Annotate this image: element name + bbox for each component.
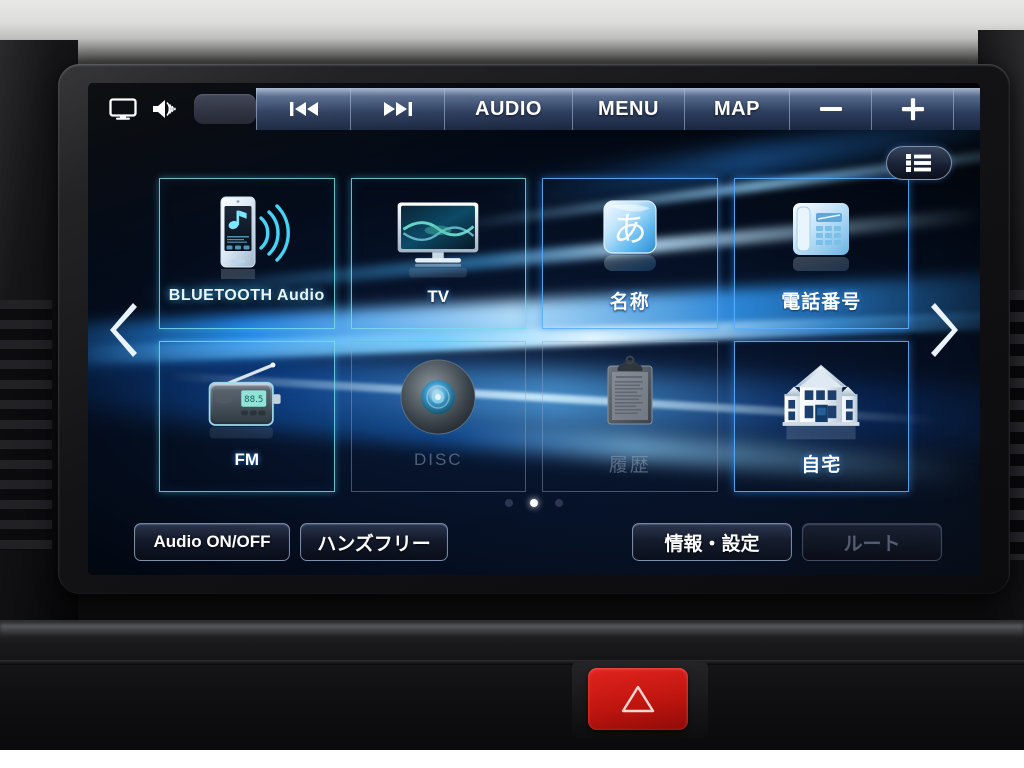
tile-label: BLUETOOTH Audio [168,287,325,304]
smartphone-bluetooth-audio-icon [199,187,295,281]
page-dot[interactable] [555,499,563,507]
tile-fm-radio[interactable]: 88.5 FM [154,338,340,495]
television-icon [390,187,486,281]
list-view-button[interactable] [886,146,952,180]
tile-tv[interactable]: TV [346,175,532,332]
info-settings-button[interactable]: 情報・設定 [632,523,792,561]
map-button[interactable]: MAP [684,88,789,130]
house-icon [773,350,869,444]
audio-on-off-button[interactable]: Audio ON/OFF [134,523,290,561]
chevron-left-icon [110,303,137,357]
main-menu-grid: BLUETOOTH Audio TV あ 名称 電話番号 88.5 FM DIS… [154,175,914,495]
list-icon [906,154,931,172]
audio-button[interactable]: AUDIO [444,88,572,130]
left-air-vent [0,300,52,550]
tile-label: 自宅 [801,455,842,476]
minus-icon [819,107,842,111]
screen-split-button[interactable] [953,88,980,130]
page-indicator [88,499,980,507]
display-monitor-icon[interactable] [108,97,138,121]
dashboard-gloss-highlight [0,624,1024,636]
image-bottom-border [0,750,1024,768]
tile-home[interactable]: 自宅 [729,338,915,495]
car-dashboard: AUDIO MENU MAP BLUETOOTH Audio TV あ 名称 電… [0,0,1024,768]
plus-icon [901,98,924,121]
clipboard-history-icon [582,350,678,444]
track-next-button[interactable] [350,88,444,130]
next-page-arrow[interactable] [924,301,964,359]
bottom-button-bar: Audio ON/OFF ハンズフリー 情報・設定 ルート [88,523,980,575]
top-toolbar: AUDIO MENU MAP [88,83,980,135]
head-unit-bezel: AUDIO MENU MAP BLUETOOTH Audio TV あ 名称 電… [58,64,1010,594]
prev-track-icon [289,102,318,116]
toolbar-status-area [88,83,256,135]
page-dot-active[interactable] [530,499,538,507]
dashboard-panel-seam [0,660,1024,665]
compact-disc-icon [390,350,486,444]
dashboard-lower-shelf [0,620,1024,750]
tile-label: 名称 [609,292,650,313]
menu-button[interactable]: MENU [572,88,684,130]
tile-label: DISC [413,450,463,469]
svg-text:88.5: 88.5 [244,395,263,405]
toolbar-button-group: AUDIO MENU MAP [256,88,980,130]
prev-page-arrow[interactable] [104,301,144,359]
portable-radio-icon: 88.5 [199,350,295,444]
tile-name-search[interactable]: あ 名称 [537,175,723,332]
page-dot[interactable] [505,499,513,507]
desk-telephone-icon [773,187,869,281]
tile-phone-number[interactable]: 電話番号 [729,175,915,332]
tile-bluetooth-audio[interactable]: BLUETOOTH Audio [154,175,340,332]
tile-label: 電話番号 [781,292,862,313]
route-button: ルート [802,523,942,561]
hands-free-button[interactable]: ハンズフリー [300,523,448,561]
next-track-icon [383,102,412,116]
volume-slider-track[interactable] [194,94,256,124]
hiragana-a-key-icon: あ [582,187,678,281]
tile-disc: DISC [346,338,532,495]
navigation-screen[interactable]: AUDIO MENU MAP BLUETOOTH Audio TV あ 名称 電… [88,83,980,575]
tile-label: FM [234,450,260,469]
tile-label: 履歴 [608,455,651,476]
volume-up-button[interactable] [871,88,953,130]
hazard-lights-button[interactable] [588,668,688,730]
chevron-right-icon [931,303,958,357]
volume-down-button[interactable] [789,88,871,130]
volume-speaker-icon[interactable] [151,97,181,121]
tile-history: 履歴 [537,338,723,495]
hazard-triangle-icon [621,685,655,713]
tile-label: TV [427,287,450,306]
svg-text:あ: あ [613,210,647,250]
track-previous-button[interactable] [256,88,350,130]
